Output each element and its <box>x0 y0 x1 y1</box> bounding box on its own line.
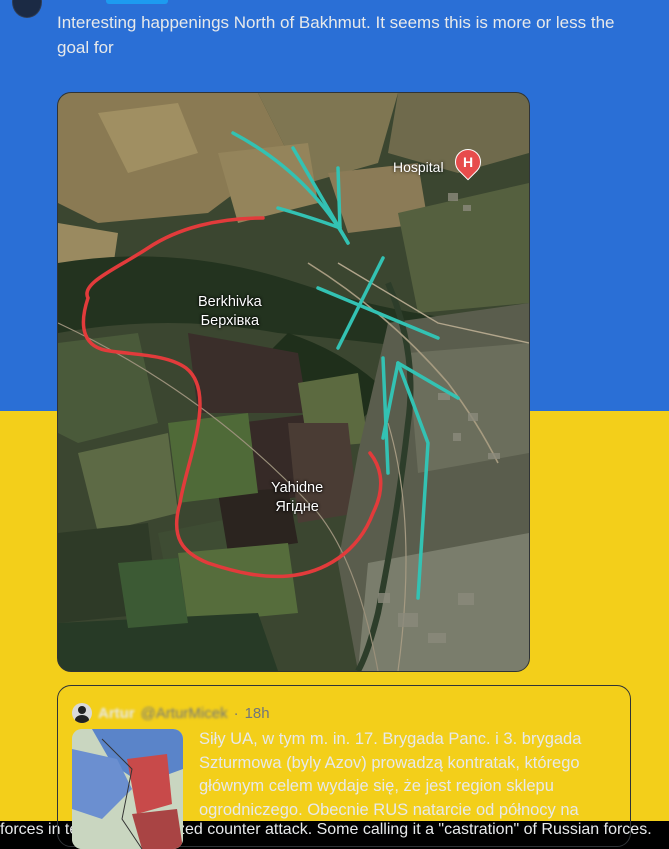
quote-timestamp[interactable]: 18h <box>245 705 270 722</box>
quote-author-avatar[interactable] <box>72 703 92 723</box>
yahidne-uk: Ягідне <box>275 499 319 515</box>
quote-author-name[interactable]: Artur <box>98 705 135 722</box>
ukraine-flag-icon <box>121 41 141 54</box>
quoted-tweet[interactable]: Artur @ArturMicek · 18h Siły UA, w tym m… <box>57 685 631 849</box>
berkhivka-en: Berkhivka <box>198 294 262 310</box>
satellite-map <box>58 93 529 671</box>
tweet-media-map[interactable]: Hospital H Berkhivka Берхівка Yahidne Яг… <box>57 92 530 672</box>
quote-author-handle[interactable]: @ArturMicek <box>141 705 228 722</box>
quote-text: Siły UA, w tym m. in. 17. Brygada Panc. … <box>199 730 582 819</box>
yahidne-en: Yahidne <box>271 480 324 496</box>
yahidne-label: Yahidne Ягідне <box>271 479 323 517</box>
quote-separator: · <box>233 704 239 722</box>
quote-media-thumbnail[interactable] <box>72 729 183 849</box>
tweet-text: Interesting happenings North of Bakhmut.… <box>57 11 647 60</box>
berkhivka-label: Berkhivka Берхівка <box>198 293 262 331</box>
quote-header: Artur @ArturMicek · 18h <box>72 702 270 724</box>
berkhivka-uk: Берхівка <box>200 313 260 329</box>
hospital-pin-letter: H <box>462 154 474 170</box>
tab-active-indicator <box>106 0 168 4</box>
hospital-label: Hospital <box>393 159 444 175</box>
